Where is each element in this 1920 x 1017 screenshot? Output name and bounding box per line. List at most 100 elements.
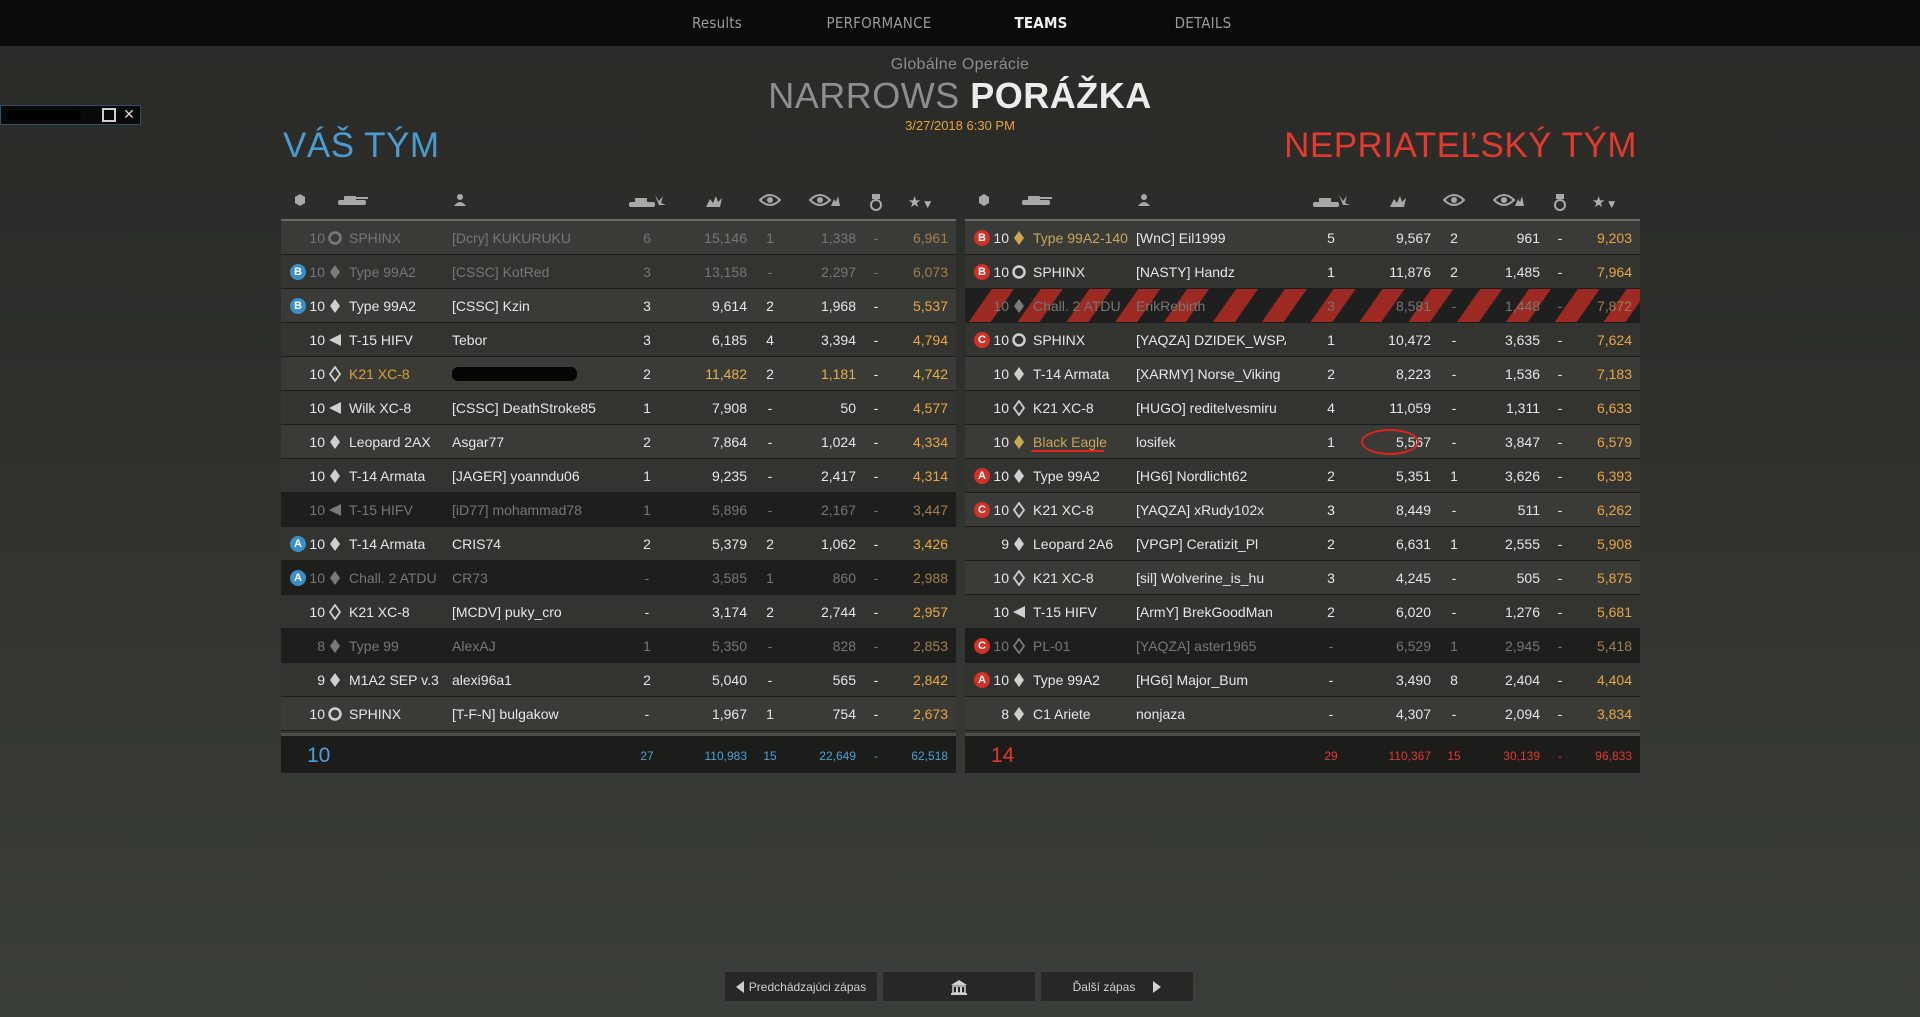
table-row[interactable]: 10 Chall. 2 ATDU ErikRebirth 3 8,581 - 1,448 - 7…: [965, 289, 1640, 323]
tank-icon: [1011, 193, 1061, 211]
player-name[interactable]: [VPGP] Ceratizit_Pl: [1136, 527, 1286, 561]
score-value: 5,418: [1596, 638, 1632, 654]
assist-value: 828: [832, 638, 856, 654]
table-row[interactable]: A 10 T-14 Armata CRIS74 2 5,379 2 1,062 - 3,426: [281, 527, 956, 561]
table-row[interactable]: C 10 PL-01 [YAQZA] aster1965 - 6,529 1 2,945 - 5,…: [965, 629, 1640, 663]
medal-value: -: [873, 604, 879, 620]
top-navigation: Results PERFORMANCE TEAMS DETAILS: [0, 0, 1920, 46]
player-name[interactable]: [sil] Wolverine_is_hu: [1136, 561, 1286, 595]
player-name[interactable]: [HUGO] reditelvesmiru: [1136, 391, 1286, 425]
player-name[interactable]: [YAQZA] aster1965: [1136, 629, 1286, 663]
player-name[interactable]: [YAQZA] xRudy102x: [1136, 493, 1286, 527]
table-row[interactable]: 10 Wilk XC-8 [CSSC] DeathStroke85 1 7,908 - 50…: [281, 391, 956, 425]
player-name[interactable]: CRIS74: [452, 527, 602, 561]
medal-icon: [1545, 193, 1575, 215]
player-name[interactable]: Asgar77: [452, 425, 602, 459]
player-name[interactable]: [CSSC] Kzin: [452, 289, 602, 323]
spotted-value: 4: [766, 332, 774, 348]
tab-details[interactable]: DETAILS: [1122, 0, 1284, 46]
table-row[interactable]: 10 T-14 Armata [XARMY] Norse_Viking 2 8,223 -…: [965, 357, 1640, 391]
table-row[interactable]: 10 T-15 HIFV [iD77] mohammad78 1 5,896 - 2,167…: [281, 493, 956, 527]
tab-results[interactable]: Results: [636, 0, 798, 46]
star-sort-icon[interactable]: ★ ▼: [891, 193, 948, 211]
player-name[interactable]: [HG6] Nordlicht62: [1136, 459, 1286, 493]
player-name[interactable]: [CSSC] KotRed: [452, 255, 602, 289]
score-value: 4,314: [912, 468, 948, 484]
tank-name: SPHINX: [349, 706, 402, 722]
score-value: 7,872: [1596, 298, 1632, 314]
player-name[interactable]: CR73: [452, 561, 602, 595]
outline-diamond-class-icon: [1011, 637, 1027, 655]
player-name[interactable]: [T-F-N] bulgakow: [452, 697, 602, 731]
score-value: 2,853: [912, 638, 948, 654]
table-row[interactable]: A 10 Chall. 2 ATDU CR73 - 3,585 1 860 - 2,988: [281, 561, 956, 595]
table-row[interactable]: 10 K21 XC-8 [HUGO] reditelvesmiru 4 11,059 - 1…: [965, 391, 1640, 425]
kills-value: -: [1328, 638, 1334, 654]
damage-value: 5,350: [711, 638, 747, 654]
table-row[interactable]: C 10 K21 XC-8 [YAQZA] xRudy102x 3 8,449 - 511 - 6…: [965, 493, 1640, 527]
previous-match-button[interactable]: Predchádzajúci zápas: [724, 971, 878, 1002]
table-row[interactable]: 10 K21 XC-8 [sil] Wolverine_is_hu 3 4,245 - 50…: [965, 561, 1640, 595]
kills-value: 2: [1327, 604, 1335, 620]
table-row[interactable]: 10 T-14 Armata [JAGER] yoanndu06 1 9,235 - 2,4…: [281, 459, 956, 493]
table-row[interactable]: 10 SPHINX [Dcry] KUKURUKU 6 15,146 1 1,338 - 6,9…: [281, 221, 956, 255]
score-value: 7,964: [1596, 264, 1632, 280]
table-row[interactable]: 9 Leopard 2A6 [VPGP] Ceratizit_Pl 2 6,631 1 2,…: [965, 527, 1640, 561]
tab-teams[interactable]: TEAMS: [960, 0, 1122, 46]
table-row[interactable]: 9 M1A2 SEP v.3 alexi96a1 2 5,040 - 565 - 2,842: [281, 663, 956, 697]
table-row[interactable]: 10 SPHINX [T-F-N] bulgakow - 1,967 1 754 - 2,673: [281, 697, 956, 731]
table-row[interactable]: B 10 Type 99A2 [CSSC] KotRed 3 13,158 - 2,297 - 6…: [281, 255, 956, 289]
player-name[interactable]: [MCDV] puky_cro: [452, 595, 602, 629]
player-name[interactable]: [iD77] mohammad78: [452, 493, 602, 527]
player-name[interactable]: alexi96a1: [452, 663, 602, 697]
damage-value: 9,567: [1395, 230, 1431, 246]
table-row[interactable]: A 10 Type 99A2 [HG6] Nordlicht62 2 5,351 1 3,62…: [965, 459, 1640, 493]
spotted-value: 1: [766, 230, 774, 246]
table-row[interactable]: B 10 SPHINX [NASTY] Handz 1 11,876 2 1,485 - 7,96…: [965, 255, 1640, 289]
player-name[interactable]: [HG6] Major_Bum: [1136, 663, 1286, 697]
table-row[interactable]: 10 K21 XC-8 2 11,482 2 1,181 - 4,742: [281, 357, 956, 391]
table-row[interactable]: B 10 Type 99A2 [CSSC] Kzin 3 9,614 2 1,968 - 5,53…: [281, 289, 956, 323]
tank-name: Type 99A2: [349, 298, 416, 314]
player-name[interactable]: Tebor: [452, 323, 602, 357]
player-name[interactable]: [YAQZA] DZIDEK_WSPAN: [1136, 323, 1286, 357]
tab-performance[interactable]: PERFORMANCE: [798, 0, 960, 46]
medal-value: -: [873, 298, 879, 314]
table-row[interactable]: B 10 Type 99A2-140 [WnC] Eil1999 5 9,567 2 961 -…: [965, 221, 1640, 255]
kills-value: 2: [643, 434, 651, 450]
table-row[interactable]: 10 Black Eagle losifek 1 5,567-3,847-6,579: [965, 425, 1640, 459]
player-name[interactable]: AlexAJ: [452, 629, 602, 663]
player-name[interactable]: [Dcry] KUKURUKU: [452, 221, 602, 255]
home-button[interactable]: [882, 971, 1036, 1002]
player-name[interactable]: losifek: [1136, 425, 1286, 459]
player-name[interactable]: [XARMY] Norse_Viking: [1136, 357, 1286, 391]
triangle-class-icon: [327, 502, 343, 518]
table-row[interactable]: 10 K21 XC-8 [MCDV] puky_cro - 3,174 2 2,744 - 2,…: [281, 595, 956, 629]
player-name[interactable]: [ArmY] BrekGoodMan: [1136, 595, 1286, 629]
player-name[interactable]: [CSSC] DeathStroke85: [452, 391, 602, 425]
player-name[interactable]: [JAGER] yoanndu06: [452, 459, 602, 493]
star-sort-icon[interactable]: ★ ▼: [1575, 193, 1632, 211]
assist-value: 3,635: [1504, 332, 1540, 348]
totals-players: 14: [991, 744, 1015, 767]
kills-value: 5: [1327, 230, 1335, 246]
score-value: 4,742: [912, 366, 948, 382]
player-name[interactable]: [WnC] Eil1999: [1136, 221, 1286, 255]
assist-value: 1,062: [820, 536, 856, 552]
next-match-button[interactable]: Ďalší zápas: [1040, 971, 1194, 1002]
table-row[interactable]: A 10 Type 99A2 [HG6] Major_Bum - 3,490 8 2,404 -…: [965, 663, 1640, 697]
table-row[interactable]: C10 SPHINX [YAQZA] DZIDEK_WSPAN 1 10,472 - 3,6…: [965, 323, 1640, 357]
table-row[interactable]: 8 Type 99 AlexAJ 1 5,350 - 828 - 2,853: [281, 629, 956, 663]
damage-value: 11,876: [1389, 264, 1431, 280]
player-name[interactable]: [NASTY] Handz: [1136, 255, 1286, 289]
table-row[interactable]: 10 T-15 HIFV [ArmY] BrekGoodMan 2 6,020 - 1,27…: [965, 595, 1640, 629]
table-row[interactable]: 8 C1 Ariete nonjaza - 4,307 - 2,094 - 3,834: [965, 697, 1640, 731]
tank-name: Wilk XC-8: [349, 400, 412, 416]
player-name[interactable]: ErikRebirth: [1136, 289, 1286, 323]
table-row[interactable]: 10 Leopard 2AX Asgar77 2 7,864 - 1,024 - 4,334: [281, 425, 956, 459]
player-name[interactable]: nonjaza: [1136, 697, 1286, 731]
kills-value: 3: [1327, 570, 1335, 586]
table-row[interactable]: 10 T-15 HIFV Tebor 3 6,185 4 3,394 - 4,794: [281, 323, 956, 357]
totals-damage: 110,367: [1388, 749, 1432, 763]
spotted-value: -: [1451, 298, 1457, 314]
